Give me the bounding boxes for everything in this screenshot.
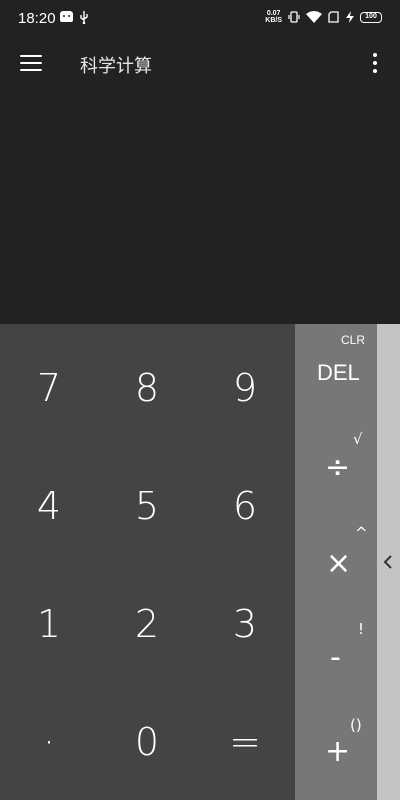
status-bar: 18:20 0.07 KB/S 100 (0, 0, 400, 38)
key-2[interactable]: 2 (98, 564, 196, 683)
clear-button[interactable]: CLR (341, 333, 365, 347)
plus-button[interactable]: + (325, 734, 350, 769)
sim-icon (328, 11, 339, 23)
factorial-button[interactable]: ! (358, 620, 364, 638)
charging-icon (346, 11, 354, 23)
menu-icon[interactable] (20, 55, 42, 71)
power-button[interactable]: ^ (355, 524, 368, 542)
more-icon[interactable] (372, 53, 378, 73)
net-speed: 0.07 KB/S (265, 10, 282, 24)
net-speed-value: 0.07 (266, 10, 281, 17)
status-left-icons (60, 11, 89, 24)
calculator-display (0, 88, 400, 324)
vibrate-icon (288, 11, 300, 23)
key-4[interactable]: 4 (0, 446, 98, 565)
key-decimal[interactable]: · (0, 682, 98, 800)
key-equals[interactable]: = (196, 682, 294, 800)
key-0[interactable]: 0 (98, 682, 196, 800)
operators-panel: CLR DEL √ ÷ ^ × ! - () + (295, 324, 377, 800)
multiply-button[interactable]: × (326, 546, 351, 581)
key-5[interactable]: 5 (98, 446, 196, 565)
page-title: 科学计算 (80, 56, 152, 77)
key-8[interactable]: 8 (98, 328, 196, 447)
number-pad: 7 8 9 4 5 6 1 2 3 · 0 = (0, 324, 295, 800)
advanced-panel-toggle[interactable] (377, 324, 400, 800)
app-bar: 科学计算 (0, 38, 400, 88)
key-3[interactable]: 3 (196, 564, 294, 683)
battery-icon: 100 (360, 11, 382, 23)
status-right: 0.07 KB/S 100 (265, 10, 382, 24)
divide-button[interactable]: ÷ (325, 450, 350, 485)
wifi-icon (306, 11, 322, 23)
key-1[interactable]: 1 (0, 564, 98, 683)
key-9[interactable]: 9 (196, 328, 294, 447)
net-speed-unit: KB/S (265, 17, 282, 24)
key-6[interactable]: 6 (196, 446, 294, 565)
android-icon (60, 11, 73, 22)
chevron-left-icon (383, 555, 392, 569)
key-7[interactable]: 7 (0, 328, 98, 447)
parentheses-button[interactable]: () (350, 716, 362, 734)
usb-icon (80, 11, 88, 24)
minus-button[interactable]: - (330, 640, 341, 675)
status-time: 18:20 (18, 10, 56, 27)
delete-button[interactable]: DEL (317, 360, 360, 386)
sqrt-button[interactable]: √ (353, 430, 363, 448)
